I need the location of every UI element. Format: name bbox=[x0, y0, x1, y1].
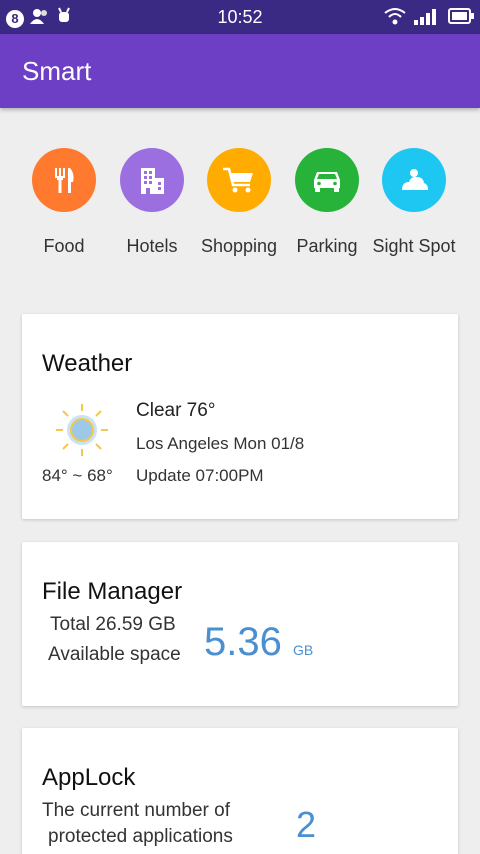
category-label: Parking bbox=[296, 236, 358, 256]
wifi-icon bbox=[384, 7, 406, 30]
available-space-value: 5.36 bbox=[204, 620, 282, 664]
status-bar: 8 10:52 bbox=[0, 0, 480, 34]
building-icon bbox=[141, 168, 164, 194]
storage-total: Total 26.59 GB bbox=[50, 614, 176, 635]
battery-icon bbox=[448, 8, 474, 29]
protected-apps-count: 2 bbox=[296, 804, 317, 845]
applock-description-line1: The current number of bbox=[42, 800, 230, 821]
hotels-icon-circle bbox=[120, 148, 184, 212]
available-space-unit: GB bbox=[293, 642, 314, 658]
applock-card[interactable]: AppLock The current number of protected … bbox=[22, 728, 458, 854]
category-label: Sight Spot bbox=[372, 236, 456, 256]
sight-spot-icon-circle bbox=[382, 148, 446, 212]
available-space-label: Available space bbox=[48, 644, 181, 665]
weather-card[interactable]: Weather 84° ~ 68° Clear 76° Los Angeles … bbox=[22, 314, 458, 519]
category-label: Hotels bbox=[126, 236, 178, 256]
sun-icon bbox=[54, 402, 110, 463]
applock-title: AppLock bbox=[42, 764, 136, 791]
weather-condition: Clear 76° bbox=[136, 400, 216, 421]
category-label: Shopping bbox=[200, 236, 278, 256]
car-icon bbox=[314, 172, 340, 192]
food-icon-circle bbox=[32, 148, 96, 212]
category-label: Food bbox=[43, 236, 85, 256]
fork-knife-icon bbox=[55, 168, 74, 193]
weather-title: Weather bbox=[42, 350, 133, 377]
shopping-icon-circle bbox=[207, 148, 271, 212]
category-parking[interactable]: Parking bbox=[279, 148, 375, 257]
weather-location-date: Los Angeles Mon 01/8 bbox=[136, 434, 305, 453]
category-food[interactable]: Food bbox=[16, 148, 112, 257]
signal-icon bbox=[414, 7, 440, 30]
category-shortcuts: Food Hotels Shopping Parking Sight Spot bbox=[0, 148, 480, 268]
applock-description-line2: protected applications bbox=[48, 826, 233, 847]
app-bar: Smart bbox=[0, 34, 480, 108]
temperature-range: 84° ~ 68° bbox=[42, 466, 113, 485]
category-sight-spot[interactable]: Sight Spot bbox=[366, 148, 462, 257]
category-shopping[interactable]: Shopping bbox=[191, 148, 287, 257]
cart-icon bbox=[223, 167, 253, 193]
category-hotels[interactable]: Hotels bbox=[104, 148, 200, 257]
file-manager-title: File Manager bbox=[42, 578, 183, 605]
file-manager-card[interactable]: File Manager Total 26.59 GB Available sp… bbox=[22, 542, 458, 706]
cloud-sun-icon bbox=[402, 169, 428, 190]
parking-icon-circle bbox=[295, 148, 359, 212]
app-title: Smart bbox=[22, 56, 92, 86]
weather-update-time: Update 07:00PM bbox=[136, 466, 264, 485]
